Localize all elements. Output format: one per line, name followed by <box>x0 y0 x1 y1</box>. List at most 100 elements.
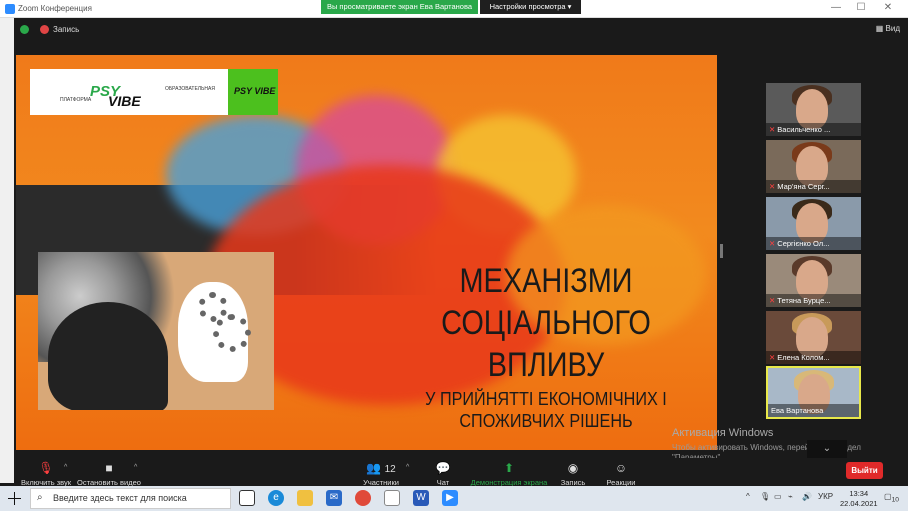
participant-name-label: Ева Вартанова <box>771 406 824 415</box>
sharing-banner: Вы просматриваете экран Ева Вартанова <box>321 0 478 14</box>
psy-vibe-green-logo: PSY VIBE <box>228 69 278 115</box>
audio-options-caret[interactable]: ^ <box>64 464 67 471</box>
participants-count: 12 <box>384 464 396 475</box>
muted-mic-icon: ✕ <box>769 125 776 134</box>
leave-meeting-button[interactable]: Выйти <box>846 462 883 479</box>
close-button[interactable]: ✕ <box>878 2 898 13</box>
file-explorer-icon[interactable] <box>297 490 313 506</box>
taskbar-search-placeholder: Введите здесь текст для поиска <box>53 493 187 503</box>
video-options-caret[interactable]: ^ <box>134 464 137 471</box>
background-app-strip <box>0 18 14 483</box>
zoom-logo-icon <box>5 4 15 14</box>
recording-icon <box>40 25 49 34</box>
taskbar-search-input[interactable]: ⌕ Введите здесь текст для поиска <box>30 488 231 509</box>
microphone-tray-icon[interactable]: 🎙 <box>760 492 770 501</box>
dark-head-silhouette <box>48 302 168 410</box>
language-indicator[interactable]: УКР <box>818 492 833 501</box>
slide-title-line: МЕХАНІЗМИ <box>459 262 633 300</box>
camera-icon: ■ <box>105 461 113 475</box>
meeting-window: Запись ▦ Вид ПЛАТФОРМА ОБРАЗОВАТЕЛЬНАЯ P… <box>14 18 908 501</box>
maximize-button[interactable]: ☐ <box>851 2 871 13</box>
participant-tile[interactable]: ✕ Сергієнко Ол... <box>766 197 861 250</box>
view-settings-button[interactable]: Настройки просмотра ▾ <box>480 0 581 14</box>
chevron-down-icon[interactable]: ⌄ <box>807 440 847 460</box>
word-icon[interactable]: W <box>413 490 429 506</box>
participant-name-label: Тетяна Бурце... <box>777 296 831 305</box>
zoom-app-icon[interactable]: ▶ <box>442 490 458 506</box>
participant-name-label: Сергієнко Ол... <box>777 239 830 248</box>
participant-name-label: Васильченко ... <box>777 125 831 134</box>
participant-tile-active-speaker[interactable]: Ева Вартанова <box>766 366 861 419</box>
reactions-button[interactable]: ☺ Реакции <box>602 461 640 487</box>
participant-name-label: Мар'яна Серг... <box>777 182 830 191</box>
chat-icon: 💬 <box>435 461 451 475</box>
stop-video-button[interactable]: ■ Остановить видео <box>76 461 142 487</box>
windows-activation-title: Активация Windows <box>672 427 774 439</box>
participant-name: ✕ Мар'яна Серг... <box>766 180 861 193</box>
edge-browser-icon[interactable]: e <box>268 490 284 506</box>
slide-subtitle: У ПРИЙНЯТТІ ЕКОНОМІЧНИХ І СПОЖИВЧИХ РІШЕ… <box>411 388 681 432</box>
participant-name-label: Елена Колом... <box>777 353 830 362</box>
logo-small-right: ОБРАЗОВАТЕЛЬНАЯ <box>165 86 215 92</box>
slide-title-line: СОЦІАЛЬНОГО <box>441 304 651 342</box>
participant-name: ✕ Сергієнко Ол... <box>766 237 861 250</box>
window-title: Zoom Конференция <box>18 4 92 13</box>
volume-icon[interactable]: 🔊 <box>802 492 812 501</box>
record-button[interactable]: ◉ Запись <box>556 461 590 487</box>
view-settings-label: Настройки просмотра <box>489 2 566 11</box>
minimize-button[interactable]: — <box>826 2 846 13</box>
slide-subtitle-line: У ПРИЙНЯТТІ ЕКОНОМІЧНИХ І <box>425 389 667 409</box>
mail-icon[interactable]: ✉ <box>326 490 342 506</box>
participant-tile[interactable]: ✕ Мар'яна Серг... <box>766 140 861 193</box>
share-screen-icon: ⬆ <box>503 461 515 475</box>
windows-taskbar: ⌕ Введите здесь текст для поиска e ✉ W ▶ … <box>0 486 908 511</box>
participant-tile[interactable]: ✕ Васильченко ... <box>766 83 861 136</box>
participant-name: Ева Вартанова <box>768 404 859 417</box>
muted-mic-icon: ✕ <box>769 239 776 248</box>
meeting-topbar: Запись ▦ Вид <box>14 18 908 40</box>
logo-vibe: VIBE <box>108 93 141 109</box>
slide-title-line: ВПЛИВУ <box>487 346 605 384</box>
document-app-icon[interactable] <box>384 490 400 506</box>
participants-button[interactable]: 👥 12 Участники <box>358 461 404 487</box>
record-icon: ◉ <box>567 461 579 475</box>
view-button[interactable]: ▦ Вид <box>876 24 900 33</box>
tray-overflow-icon[interactable]: ^ <box>746 492 750 501</box>
reactions-icon: ☺ <box>614 461 628 475</box>
clock-date: 22.04.2021 <box>840 499 878 508</box>
clock-time: 13:34 <box>849 489 869 498</box>
recording-label: Запись <box>53 25 80 34</box>
participant-name: ✕ Васильченко ... <box>766 123 861 136</box>
panel-resize-handle[interactable] <box>720 244 723 258</box>
network-icon[interactable]: ⌁ <box>788 492 793 501</box>
participant-name: ✕ Тетяна Бурце... <box>766 294 861 307</box>
muted-mic-icon: ✕ <box>769 296 776 305</box>
gear-icon <box>213 314 251 352</box>
share-screen-button[interactable]: ⬆ Демонстрация экрана <box>468 461 550 487</box>
taskbar-clock[interactable]: 13:34 22.04.2021 <box>840 489 878 509</box>
logo-green-text: PSY VIBE <box>234 86 276 96</box>
muted-mic-icon: ✕ <box>769 182 776 191</box>
battery-icon[interactable]: ▭ <box>774 492 782 501</box>
chrome-browser-icon[interactable] <box>355 490 371 506</box>
security-shield-icon[interactable] <box>20 25 29 34</box>
slide-subtitle-line: СПОЖИВЧИХ РІШЕНЬ <box>459 411 633 431</box>
view-label: Вид <box>885 24 900 33</box>
notifications-icon[interactable]: ▢10 <box>884 492 899 504</box>
participant-tile[interactable]: ✕ Елена Колом... <box>766 311 861 364</box>
windows-start-icon[interactable] <box>8 492 21 505</box>
notification-count: 10 <box>891 496 899 504</box>
participants-icon: 👥 12 <box>366 461 396 475</box>
task-view-icon[interactable] <box>239 490 255 506</box>
search-icon: ⌕ <box>37 492 43 503</box>
brain-gears-image <box>38 252 274 410</box>
slide-title: МЕХАНІЗМИ СОЦІАЛЬНОГО ВПЛИВУ <box>419 260 674 386</box>
participant-tile[interactable]: ✕ Тетяна Бурце... <box>766 254 861 307</box>
chat-button[interactable]: 💬 Чат <box>430 461 456 487</box>
muted-mic-icon: ✕ <box>769 353 776 362</box>
participant-name: ✕ Елена Колом... <box>766 351 861 364</box>
participants-options-caret[interactable]: ^ <box>406 464 409 471</box>
shared-screen-slide: ПЛАТФОРМА ОБРАЗОВАТЕЛЬНАЯ PSY VIBE PSY V… <box>16 55 717 450</box>
psy-vibe-logo: ПЛАТФОРМА ОБРАЗОВАТЕЛЬНАЯ PSY VIBE <box>30 69 230 115</box>
logo-small-left: ПЛАТФОРМА <box>60 97 92 103</box>
